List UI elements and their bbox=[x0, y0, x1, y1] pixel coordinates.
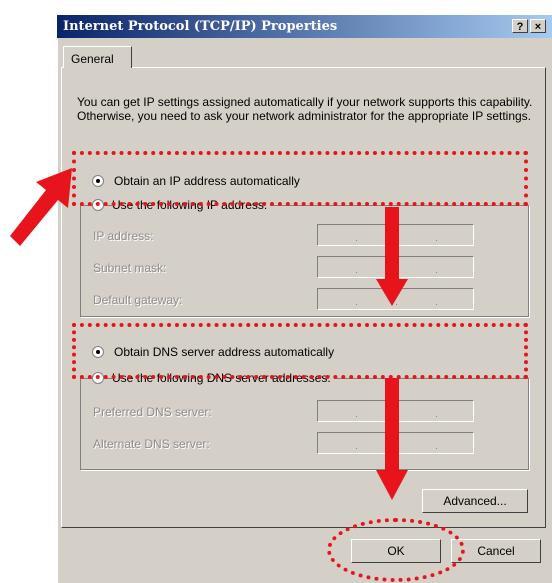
down-arrow-1-icon bbox=[376, 207, 408, 306]
left-pointer-arrow-icon bbox=[10, 168, 72, 246]
annotation-arrows bbox=[10, 168, 408, 500]
down-arrow-2-icon bbox=[376, 378, 408, 500]
tab-general[interactable]: General bbox=[63, 46, 132, 68]
